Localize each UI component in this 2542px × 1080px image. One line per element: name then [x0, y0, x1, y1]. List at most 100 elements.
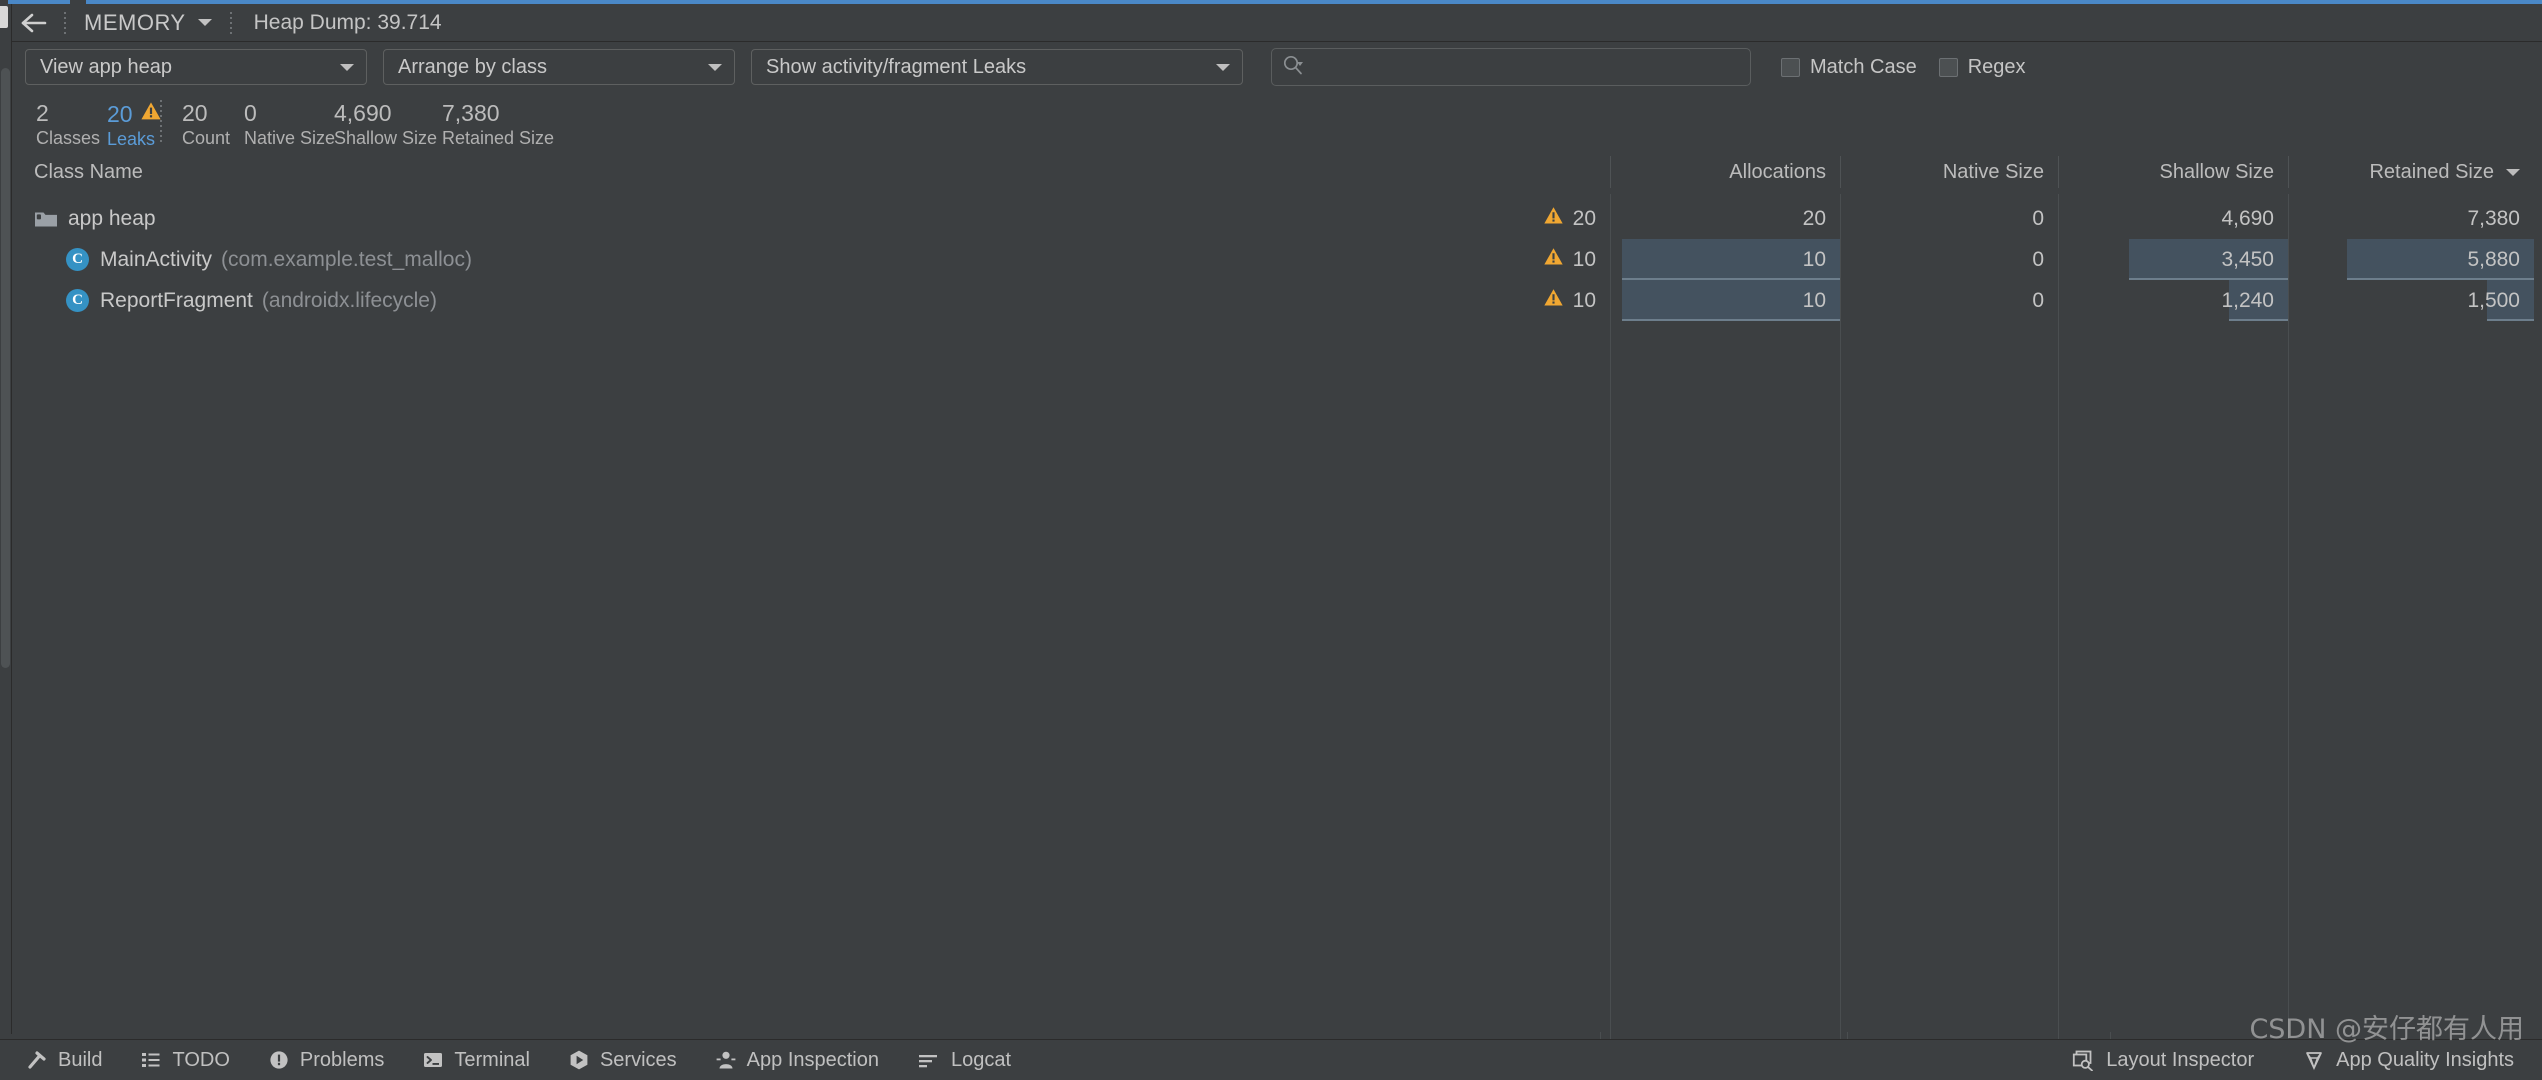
class-icon: C	[66, 289, 89, 312]
diamond-icon	[2302, 1049, 2326, 1071]
stat-value: 20	[182, 100, 208, 126]
cell-allocations: 20	[1622, 198, 1840, 239]
class-name-label: ReportFragment	[100, 288, 253, 312]
cell-leak-count: 10	[1407, 280, 1610, 321]
class-name-label: MainActivity	[100, 247, 213, 271]
status-item-app-quality-insights[interactable]: App Quality Insights	[2302, 1049, 2514, 1072]
package-label: (com.example.test_malloc)	[221, 247, 472, 271]
warning-triangle-icon	[1543, 205, 1564, 232]
search-box[interactable]	[1271, 48, 1751, 86]
stat-value: 2	[36, 100, 49, 126]
column-header-label: Allocations	[1729, 160, 1826, 183]
cell-class-name[interactable]: app heap	[34, 198, 156, 239]
column-header-class-name[interactable]: Class Name	[34, 150, 143, 194]
cell-native-size: 0	[1852, 239, 2058, 280]
stat-retained-size: 7,380 Retained Size	[442, 92, 554, 150]
status-right-group: Layout Inspector App Quality Insights	[2072, 1049, 2514, 1072]
status-left-group: Build TODO Problems Terminal Services App Ins…	[26, 1049, 1011, 1072]
status-item-services[interactable]: Services	[568, 1049, 677, 1072]
arrange-filter-label: Arrange by class	[398, 55, 547, 78]
stage-selector[interactable]: MEMORY	[74, 8, 222, 38]
table-row[interactable]: C ReportFragment (androidx.lifecycle) 10 10 0…	[12, 280, 2542, 321]
status-item-problems[interactable]: Problems	[268, 1049, 384, 1072]
status-item-label: Services	[599, 1048, 677, 1071]
hammer-icon	[26, 1049, 48, 1071]
stat-caption: Leaks	[107, 129, 156, 149]
rail-scrollbar[interactable]	[1, 68, 10, 668]
class-name-label: app heap	[68, 206, 156, 230]
checkbox-box	[1781, 57, 1800, 77]
leak-count-value: 20	[1572, 206, 1596, 230]
heap-filter-dropdown[interactable]: View app heap	[25, 49, 367, 85]
column-header-shallow-size[interactable]: Shallow Size	[2070, 150, 2274, 194]
status-item-logcat[interactable]: Logcat	[917, 1049, 1011, 1072]
chevron-down-icon	[197, 19, 212, 26]
regex-checkbox[interactable]: Regex	[1938, 56, 2026, 79]
allocations-value: 10	[1802, 288, 1826, 312]
table-row[interactable]: C MainActivity (com.example.test_malloc) 10…	[12, 239, 2542, 280]
stat-shallow-size: 4,690 Shallow Size	[334, 92, 437, 150]
native-size-value: 0	[2032, 247, 2044, 271]
status-item-app-inspection[interactable]: App Inspection	[715, 1049, 879, 1072]
status-item-label: Problems	[299, 1048, 385, 1071]
chevron-down-icon	[1216, 63, 1230, 71]
status-item-terminal[interactable]: Terminal	[422, 1049, 530, 1072]
cell-native-size: 0	[1852, 280, 2058, 321]
cell-class-name[interactable]: C MainActivity (com.example.test_malloc)	[66, 239, 472, 280]
rail-tab-handle[interactable]	[0, 6, 8, 28]
status-item-label: App Inspection	[746, 1048, 879, 1071]
heap-dump-label: Heap Dump: 39.714	[253, 10, 442, 34]
chevron-down-icon	[340, 63, 354, 71]
stat-caption: Shallow Size	[334, 128, 438, 148]
left-tool-rail	[0, 0, 10, 1034]
heap-filter-label: View app heap	[40, 55, 172, 78]
cell-leak-count: 10	[1407, 239, 1610, 280]
table-row[interactable]: app heap 20 20 0 4,690 7,380	[12, 198, 2542, 239]
retained-size-value: 7,380	[2467, 206, 2520, 230]
column-separator-1[interactable]	[1610, 156, 1611, 188]
column-header-native-size[interactable]: Native Size	[1852, 150, 2044, 194]
arrange-filter-dropdown[interactable]: Arrange by class	[383, 49, 735, 85]
back-button[interactable]	[12, 5, 56, 41]
retained-size-value: 5,880	[2467, 247, 2520, 271]
cell-allocations: 10	[1622, 280, 1840, 321]
stat-caption: Count	[182, 128, 231, 148]
column-separator-4[interactable]	[2288, 156, 2289, 188]
column-header-label: Native Size	[1942, 160, 2044, 183]
column-header-retained-size[interactable]: Retained Size	[2300, 150, 2520, 194]
column-separator-2[interactable]	[1840, 156, 1841, 188]
status-item-label: Terminal	[454, 1048, 530, 1071]
cell-leak-count: 20	[1407, 198, 1610, 239]
cell-class-name[interactable]: C ReportFragment (androidx.lifecycle)	[66, 280, 437, 321]
exclamation-circle-icon	[268, 1049, 290, 1071]
header-divider-1	[64, 11, 66, 34]
status-item-build[interactable]: Build	[26, 1049, 102, 1072]
status-bar: Build TODO Problems Terminal Services App Ins…	[0, 1039, 2542, 1080]
allocations-value: 10	[1802, 247, 1826, 271]
stat-value: 0	[244, 100, 257, 126]
stats-divider	[160, 100, 162, 142]
leak-count-value: 10	[1572, 247, 1596, 271]
chevron-down-icon	[2506, 168, 2520, 176]
match-case-checkbox[interactable]: Match Case	[1781, 56, 1917, 79]
warning-triangle-icon	[1543, 246, 1564, 273]
class-icon: C	[66, 248, 89, 271]
search-icon	[1282, 54, 1306, 81]
leaks-filter-dropdown[interactable]: Show activity/fragment Leaks	[751, 49, 1243, 85]
status-item-todo[interactable]: TODO	[140, 1049, 230, 1072]
column-header-label: Retained Size	[2369, 160, 2494, 183]
status-item-label: Layout Inspector	[2106, 1048, 2255, 1071]
cell-retained-size: 7,380	[2300, 198, 2534, 239]
profiler-window: MEMORY Heap Dump: 39.714 View app heap A…	[0, 0, 2542, 1080]
bug-person-icon	[715, 1049, 737, 1071]
logcat-lines-icon	[917, 1049, 941, 1071]
native-size-value: 0	[2032, 206, 2044, 230]
layout-inspector-icon	[2072, 1049, 2096, 1071]
column-separator-3[interactable]	[2058, 156, 2059, 188]
column-header-allocations[interactable]: Allocations	[1622, 150, 1826, 194]
stat-leaks[interactable]: 20 Leaks	[107, 92, 162, 151]
heap-stats-bar: 2 Classes 20 Leaks 20 Count 0 Native Size 4,690 S…	[12, 92, 2542, 151]
status-item-layout-inspector[interactable]: Layout Inspector	[2072, 1049, 2254, 1072]
search-input[interactable]	[1312, 55, 1740, 79]
stat-value: 20	[107, 100, 162, 127]
